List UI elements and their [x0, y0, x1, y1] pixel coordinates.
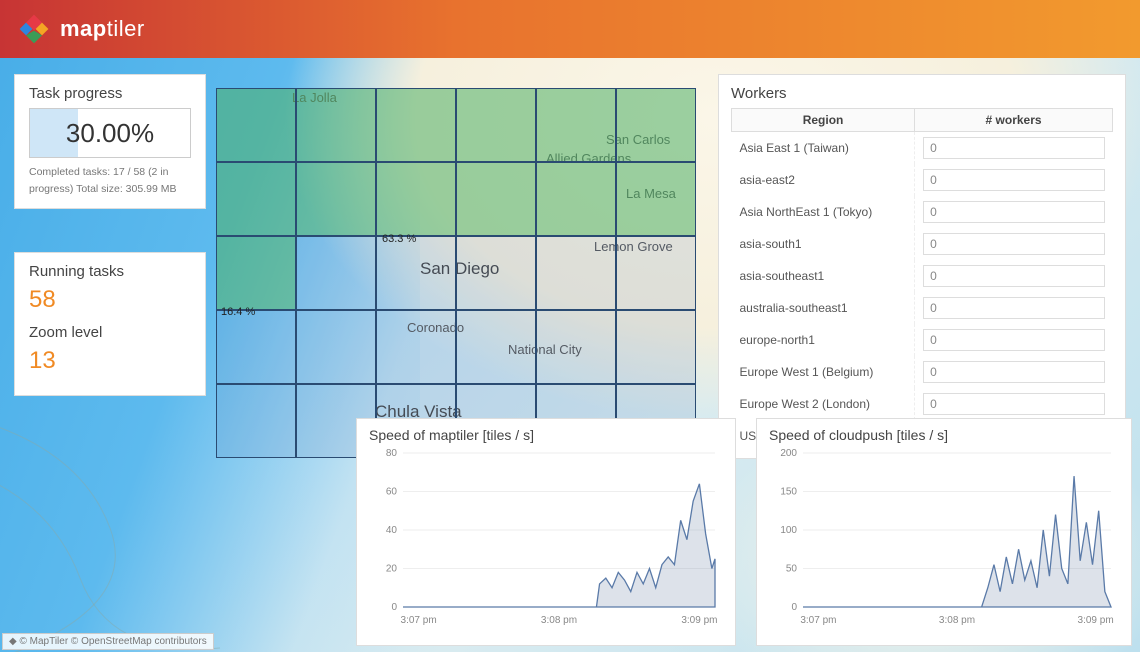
workers-row: europe-north1 — [732, 324, 1113, 356]
chart-cloudpush-svg: 0 50 100 150 200 3:07 pm 3:08 pm 3:09 pm — [769, 447, 1119, 629]
task-progress-panel: Task progress 30.00% Completed tasks: 17… — [14, 74, 206, 209]
workers-region-cell: Europe West 2 (London) — [732, 388, 915, 420]
workers-count-input[interactable] — [923, 393, 1104, 415]
app-header: maptiler — [0, 0, 1140, 58]
workers-col-count: # workers — [915, 109, 1113, 132]
workers-count-input[interactable] — [923, 169, 1104, 191]
workers-count-input[interactable] — [923, 201, 1104, 223]
svg-text:3:07 pm: 3:07 pm — [800, 615, 836, 626]
svg-text:3:07 pm: 3:07 pm — [401, 615, 437, 626]
workers-row: Europe West 2 (London) — [732, 388, 1113, 420]
map-label-san-carlos: San Carlos — [606, 132, 670, 147]
workers-row: asia-southeast1 — [732, 260, 1113, 292]
zoom-level-value: 13 — [29, 347, 191, 375]
workers-region-cell: Asia East 1 (Taiwan) — [732, 132, 915, 165]
svg-text:80: 80 — [386, 448, 398, 459]
workers-count-input[interactable] — [923, 297, 1104, 319]
svg-text:3:08 pm: 3:08 pm — [541, 615, 577, 626]
svg-text:20: 20 — [386, 564, 398, 575]
svg-text:3:08 pm: 3:08 pm — [939, 615, 975, 626]
workers-row: Asia NorthEast 1 (Tokyo) — [732, 196, 1113, 228]
workers-region-cell: Europe West 1 (Belgium) — [732, 356, 915, 388]
workers-region-cell: Asia NorthEast 1 (Tokyo) — [732, 196, 915, 228]
svg-text:50: 50 — [786, 564, 798, 575]
map-label-coronado: Coronado — [407, 320, 464, 335]
chart-maptiler-svg: 0 20 40 60 80 3:07 pm 3:08 pm 3:09 pm — [369, 447, 723, 629]
map-label-la-mesa: La Mesa — [626, 186, 676, 201]
workers-row: asia-south1 — [732, 228, 1113, 260]
attribution-text: © MapTiler © OpenStreetMap contributors — [19, 636, 206, 647]
workers-title: Workers — [731, 85, 1113, 102]
chart-maptiler-speed: Speed of maptiler [tiles / s] 0 20 40 60 80 3… — [356, 418, 736, 646]
workers-panel: Workers Region # workers Asia East 1 (Ta… — [718, 74, 1126, 459]
task-progress-bar: 30.00% — [29, 108, 191, 158]
brand-logo[interactable]: maptiler — [18, 13, 145, 45]
map-label-national-city: National City — [508, 342, 582, 357]
map-label-la-jolla: La Jolla — [292, 90, 337, 105]
task-progress-percent: 30.00% — [66, 118, 154, 149]
workers-row: Europe West 1 (Belgium) — [732, 356, 1113, 388]
attribution-bullet: ◆ — [9, 636, 17, 647]
workers-count-input[interactable] — [923, 361, 1104, 383]
workers-col-region: Region — [732, 109, 915, 132]
workers-count-input[interactable] — [923, 329, 1104, 351]
svg-text:0: 0 — [791, 602, 797, 613]
brand-name: maptiler — [60, 16, 145, 42]
svg-text:150: 150 — [780, 487, 797, 498]
svg-text:100: 100 — [780, 525, 797, 536]
workers-region-cell: asia-south1 — [732, 228, 915, 260]
map-label-allied-gardens: Allied Gardens — [546, 151, 631, 166]
workers-row: australia-southeast1 — [732, 292, 1113, 324]
workers-region-cell: asia-east2 — [732, 164, 915, 196]
svg-text:3:09 pm: 3:09 pm — [1078, 615, 1114, 626]
workers-count-input[interactable] — [923, 137, 1104, 159]
workers-row: Asia East 1 (Taiwan) — [732, 132, 1113, 165]
workers-region-cell: australia-southeast1 — [732, 292, 915, 324]
svg-text:200: 200 — [780, 448, 797, 459]
running-tasks-title: Running tasks — [29, 263, 191, 280]
chart-cloudpush-speed: Speed of cloudpush [tiles / s] 0 50 100 150… — [756, 418, 1132, 646]
map-label-san-diego: San Diego — [420, 259, 499, 279]
maptiler-logo-icon — [18, 13, 50, 45]
map-label-lemon-grove: Lemon Grove — [594, 239, 673, 254]
workers-count-input[interactable] — [923, 265, 1104, 287]
chart-maptiler-title: Speed of maptiler [tiles / s] — [369, 427, 723, 443]
workers-row: asia-east2 — [732, 164, 1113, 196]
running-tasks-panel: Running tasks 58 Zoom level 13 — [14, 252, 206, 396]
map-attribution[interactable]: ◆ © MapTiler © OpenStreetMap contributor… — [2, 633, 214, 650]
svg-text:60: 60 — [386, 487, 398, 498]
svg-text:0: 0 — [391, 602, 397, 613]
task-progress-caption: Completed tasks: 17 / 58 (2 in progress)… — [29, 164, 191, 198]
workers-region-cell: europe-north1 — [732, 324, 915, 356]
workers-table: Region # workers Asia East 1 (Taiwan)asi… — [731, 108, 1113, 452]
workers-count-input[interactable] — [923, 233, 1104, 255]
workers-region-cell: asia-southeast1 — [732, 260, 915, 292]
zoom-level-title: Zoom level — [29, 324, 191, 341]
task-progress-title: Task progress — [29, 85, 191, 102]
chart-cloudpush-title: Speed of cloudpush [tiles / s] — [769, 427, 1119, 443]
svg-text:40: 40 — [386, 525, 398, 536]
svg-text:3:09 pm: 3:09 pm — [681, 615, 717, 626]
running-tasks-value: 58 — [29, 286, 191, 314]
